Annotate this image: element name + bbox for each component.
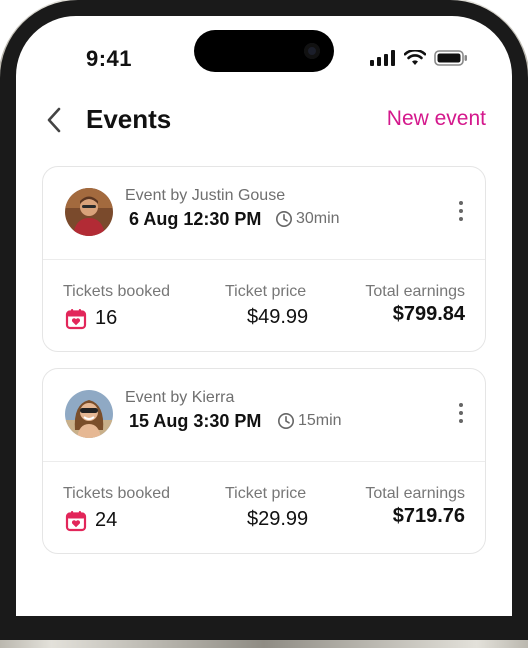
dynamic-island (194, 30, 334, 72)
duration-text: 30min (296, 210, 340, 227)
screen: 9:41 Events New event Event by Justin Go… (16, 16, 512, 616)
event-card[interactable]: Event by Justin Gouse 6 Aug 12:30 PM 30m… (42, 166, 486, 352)
more-options-icon[interactable] (457, 201, 465, 225)
event-duration: 15min (277, 412, 342, 430)
event-card-header: Event by Kierra 15 Aug 3:30 PM 15min (43, 369, 485, 461)
divider (43, 461, 485, 462)
earnings-label: Total earnings (365, 485, 465, 502)
back-arrow-icon[interactable] (42, 106, 66, 134)
battery-icon (434, 50, 467, 66)
calendar-heart-icon (65, 510, 87, 531)
event-datetime: 6 Aug 12:30 PM (129, 209, 262, 229)
ticket-price: $49.99 (247, 306, 309, 328)
wifi-icon (404, 50, 426, 65)
calendar-heart-icon (65, 308, 87, 329)
total-earnings: $799.84 (392, 303, 465, 325)
price-label: Ticket price (225, 283, 307, 300)
earnings-label: Total earnings (365, 283, 465, 300)
ticket-price: $29.99 (247, 508, 309, 530)
nav-bar: Events New event (16, 104, 512, 138)
avatar (65, 390, 113, 438)
new-event-button[interactable]: New event (387, 107, 486, 131)
event-card[interactable]: Event by Kierra 15 Aug 3:30 PM 15min Tic… (42, 368, 486, 554)
status-time: 9:41 (86, 46, 133, 71)
event-datetime: 15 Aug 3:30 PM (129, 411, 262, 431)
tickets-count: 24 (95, 509, 118, 531)
total-earnings: $719.76 (392, 505, 465, 527)
price-label: Ticket price (225, 485, 307, 502)
tickets-label: Tickets booked (63, 485, 171, 502)
tickets-label: Tickets booked (63, 283, 171, 300)
status-icons (370, 50, 468, 66)
camera-icon (304, 43, 320, 59)
divider (43, 259, 485, 260)
more-options-icon[interactable] (457, 403, 465, 427)
avatar (65, 188, 113, 236)
page-title: Events (86, 104, 172, 134)
event-duration: 30min (275, 210, 340, 228)
duration-text: 15min (298, 412, 342, 429)
clock-icon (276, 211, 292, 227)
event-host: Event by Justin Gouse (125, 187, 286, 204)
signal-icon (370, 50, 395, 66)
tickets-booked: 24 (65, 509, 117, 532)
clock-icon (278, 413, 294, 429)
event-host: Event by Kierra (125, 389, 235, 406)
event-card-header: Event by Justin Gouse 6 Aug 12:30 PM 30m… (43, 167, 485, 259)
tickets-count: 16 (95, 307, 118, 329)
tickets-booked: 16 (65, 307, 117, 330)
